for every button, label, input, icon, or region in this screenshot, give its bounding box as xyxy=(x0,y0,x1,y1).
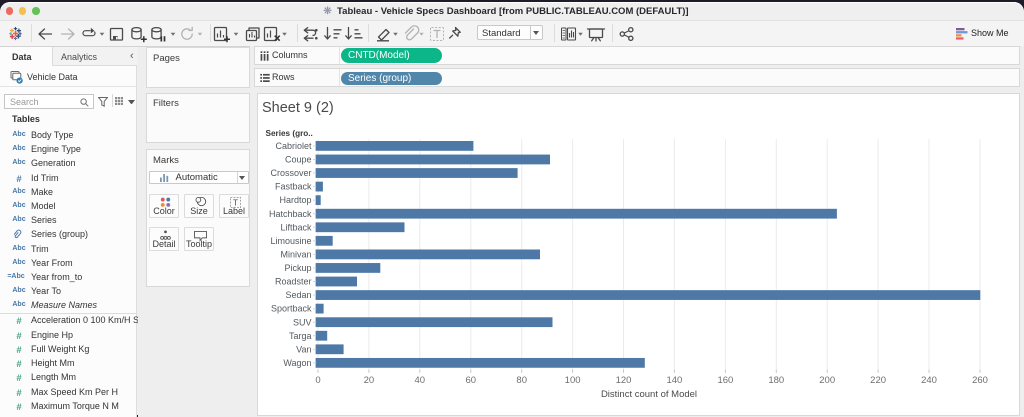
svg-text:120: 120 xyxy=(616,374,632,385)
svg-text:Targa: Targa xyxy=(289,330,312,340)
svg-text:240: 240 xyxy=(921,374,937,385)
svg-text:220: 220 xyxy=(870,374,886,385)
svg-text:Minivan: Minivan xyxy=(280,249,311,259)
svg-text:Hatchback: Hatchback xyxy=(269,208,312,218)
svg-text:Van: Van xyxy=(296,344,311,354)
svg-text:160: 160 xyxy=(717,374,733,385)
svg-text:Cabriolet: Cabriolet xyxy=(275,141,312,151)
svg-text:Wagon: Wagon xyxy=(283,357,311,367)
svg-text:Hardtop: Hardtop xyxy=(279,195,311,205)
svg-text:180: 180 xyxy=(768,374,784,385)
svg-text:20: 20 xyxy=(364,374,375,385)
svg-text:Liftback: Liftback xyxy=(280,222,312,232)
svg-text:Series (gro..: Series (gro.. xyxy=(266,129,313,138)
svg-text:100: 100 xyxy=(565,374,581,385)
svg-text:Pickup: Pickup xyxy=(284,263,311,273)
svg-text:Distinct count of Model: Distinct count of Model xyxy=(601,389,697,400)
svg-text:Limousine: Limousine xyxy=(270,235,311,245)
svg-text:Crossover: Crossover xyxy=(270,168,311,178)
svg-text:80: 80 xyxy=(516,374,527,385)
svg-text:140: 140 xyxy=(666,374,682,385)
svg-text:Sedan: Sedan xyxy=(285,290,311,300)
svg-text:Coupe: Coupe xyxy=(285,154,312,164)
svg-text:40: 40 xyxy=(415,374,426,385)
svg-text:0: 0 xyxy=(315,374,320,385)
svg-text:SUV: SUV xyxy=(293,317,312,327)
svg-text:Fastback: Fastback xyxy=(275,181,312,191)
svg-text:Sportback: Sportback xyxy=(271,303,312,313)
svg-text:Roadster: Roadster xyxy=(275,276,312,286)
svg-text:60: 60 xyxy=(466,374,477,385)
svg-text:200: 200 xyxy=(819,374,835,385)
svg-text:260: 260 xyxy=(972,374,988,385)
